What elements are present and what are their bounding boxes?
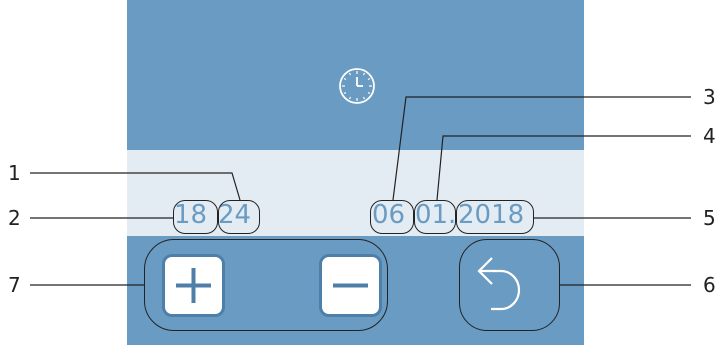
year-outline <box>456 200 534 234</box>
callout-7: 7 <box>8 273 21 297</box>
callout-4: 4 <box>703 124 716 148</box>
plus-minus-outline <box>144 239 388 331</box>
hours-outline <box>173 200 218 234</box>
callout-3: 3 <box>703 85 716 109</box>
callout-5: 5 <box>703 206 716 230</box>
header-area <box>127 0 584 150</box>
callout-1: 1 <box>8 161 21 185</box>
day-outline <box>370 200 414 234</box>
month-outline <box>414 200 456 234</box>
minutes-outline <box>218 200 260 234</box>
callout-6: 6 <box>703 273 716 297</box>
callout-2: 2 <box>8 206 21 230</box>
back-outline <box>459 239 560 331</box>
clock-icon <box>339 68 375 104</box>
